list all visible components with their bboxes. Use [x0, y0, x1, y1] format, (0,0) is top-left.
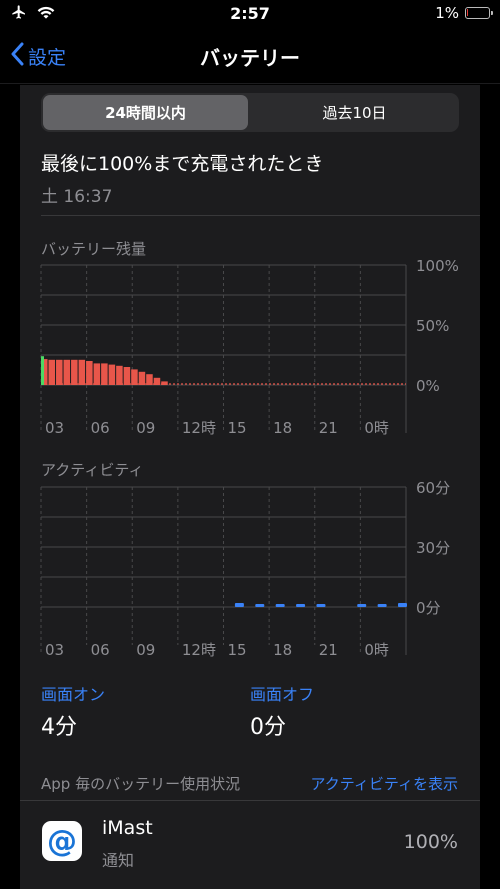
app-row-imast[interactable]: @ iMast 通知 100%: [20, 801, 480, 889]
y-axis-label: 100%: [416, 257, 459, 275]
period-segmented-control: 24時間以内 過去10日: [41, 93, 459, 132]
activity-bar: [377, 604, 387, 607]
nav-bar: 設定 バッテリー: [0, 28, 500, 84]
battery-bar: [153, 377, 161, 385]
battery-bar: [161, 381, 168, 385]
screen-off-label: 画面オフ: [250, 685, 315, 704]
screen-on-value: 4分: [41, 715, 77, 740]
battery-bar-charging: [41, 356, 44, 385]
battery-bar: [93, 363, 101, 385]
y-axis-label: 0分: [416, 599, 441, 617]
activity-bar: [296, 604, 306, 607]
status-bar: 2:57 1%: [0, 0, 500, 28]
x-axis-label: 0時: [364, 419, 389, 437]
x-axis-label: 06: [91, 419, 110, 437]
battery-bar: [101, 363, 108, 385]
battery-percent: 1%: [435, 4, 459, 22]
activity-bar: [255, 604, 265, 607]
battery-bar: [56, 359, 63, 385]
x-axis-label: 0時: [364, 641, 389, 659]
battery-bar: [44, 359, 48, 385]
y-axis-label: 60分: [416, 479, 450, 497]
status-time: 2:57: [230, 4, 270, 23]
battery-bar: [131, 369, 138, 385]
battery-bar: [71, 359, 78, 385]
at-sign-icon: @: [42, 821, 82, 861]
status-icons-right: 1%: [435, 4, 493, 22]
battery-bar: [108, 364, 116, 385]
battery-content: 24時間以内 過去10日 最後に100%まで充電されたとき 土 16:37 バッ…: [20, 85, 480, 889]
x-axis-label: 15: [228, 641, 247, 659]
x-axis-label: 12時: [182, 641, 216, 659]
screen-on-label: 画面オン: [41, 685, 106, 704]
last-charge-label: 最後に100%まで充電されたとき: [41, 153, 324, 175]
battery-bar: [63, 359, 71, 385]
screen-off-value: 0分: [250, 715, 286, 740]
battery-bar: [78, 359, 86, 385]
x-axis-label: 09: [136, 641, 155, 659]
battery-bar: [123, 367, 131, 385]
battery-level-chart: 100% 50% 0% 03 06 09 12時 15 18 21 0時: [40, 257, 459, 437]
x-axis-label: 09: [136, 419, 155, 437]
app-usage-title: App 毎のバッテリー使用状況: [41, 775, 241, 793]
activity-chart: 60分30分0分03060912時1518210時2月17日2月18日: [40, 479, 450, 659]
page-title: バッテリー: [200, 46, 300, 70]
segment-10-days[interactable]: 過去10日: [252, 95, 457, 130]
x-axis-label: 06: [91, 641, 110, 659]
x-axis-label: 03: [45, 641, 64, 659]
x-axis-label: 03: [45, 419, 64, 437]
divider: [41, 215, 480, 216]
activity-bar: [234, 603, 244, 607]
battery-bar: [86, 361, 93, 385]
segment-24-hours[interactable]: 24時間以内: [43, 95, 248, 130]
x-axis-label: 21: [319, 641, 338, 659]
battery-bar: [146, 374, 153, 385]
last-charge-time: 土 16:37: [41, 187, 113, 207]
battery-bar: [48, 359, 56, 385]
y-axis-label: 0%: [416, 377, 440, 395]
activity-bar: [357, 604, 367, 607]
battery-bar: [116, 365, 123, 385]
activity-bar: [316, 604, 326, 607]
battery-icon: [465, 7, 493, 19]
battery-bar: [138, 371, 146, 385]
app-percent: 100%: [403, 831, 458, 853]
x-axis-label: 15: [228, 419, 247, 437]
show-activity-link[interactable]: アクティビティを表示: [311, 773, 458, 794]
y-axis-label: 50%: [416, 317, 449, 335]
activity-bar: [275, 604, 285, 607]
x-axis-label: 18: [273, 641, 292, 659]
activity-bar: [398, 603, 407, 607]
app-name: iMast: [102, 817, 153, 839]
x-axis-label: 21: [319, 419, 338, 437]
x-axis-label: 18: [273, 419, 292, 437]
x-axis-label: 12時: [182, 419, 216, 437]
y-axis-label: 30分: [416, 539, 450, 557]
app-subtitle: 通知: [102, 851, 135, 870]
